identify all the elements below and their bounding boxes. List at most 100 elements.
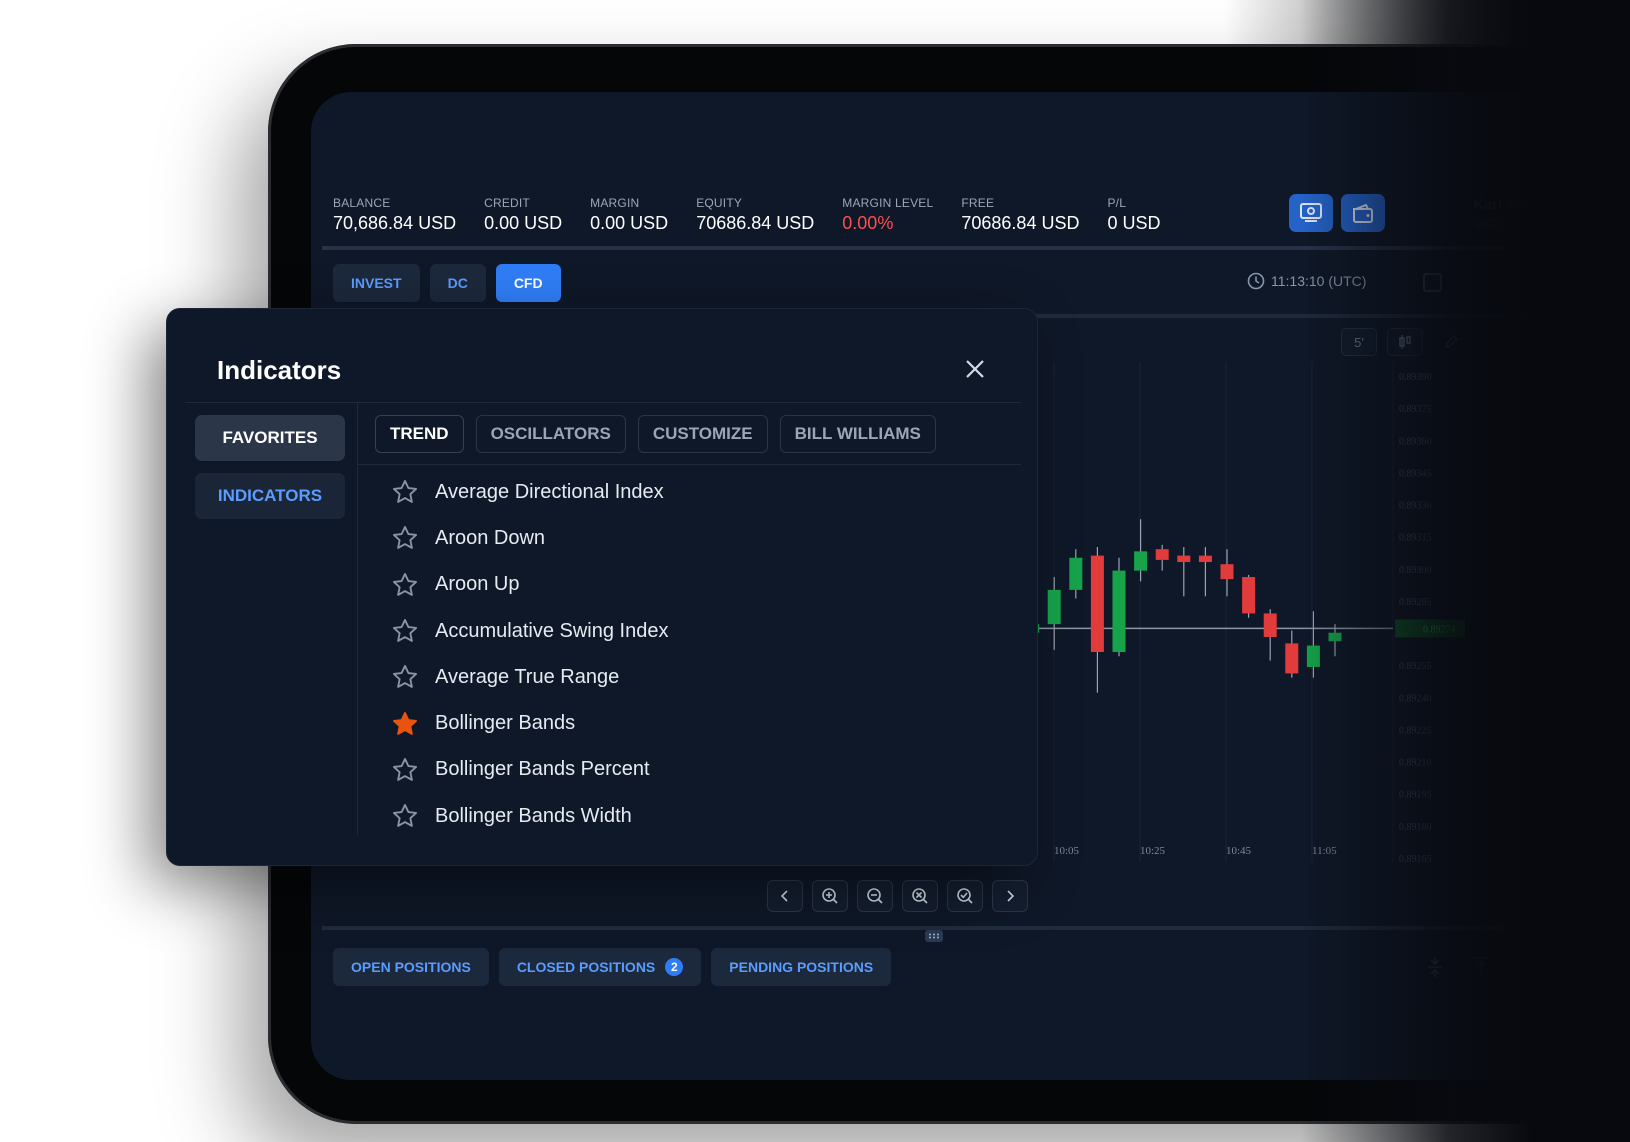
indicator-item[interactable]: Average True Range [391,654,668,700]
chevron-right-icon [1007,890,1015,902]
user-id: #82b8 [1475,216,1512,231]
x-tick-label: 10:05 [1054,845,1080,857]
category-tab-customize[interactable]: CUSTOMIZE [637,415,768,453]
indicator-label: Bollinger Bands Percent [435,758,650,781]
stat-margin: MARGIN 0.00 USD [590,196,668,234]
indicators-button[interactable]: INDICATORS [195,473,345,519]
y-tick-label: 0.89180 [1399,822,1432,833]
stage: BALANCE 70,686.84 USD CREDIT 0.00 USD MARGIN… [0,0,1630,1142]
category-tab-bill-williams[interactable]: BILL WILLIAMS [779,415,936,453]
wallet-button[interactable] [1341,194,1385,232]
stat-value: 0.00 USD [590,213,669,233]
star-outline-icon[interactable] [391,524,419,552]
candle-body [1285,643,1299,674]
account-stats: BALANCE 70,686.84 USD CREDIT 0.00 USD MARGIN… [333,196,1188,234]
scroll-left-button[interactable] [767,880,803,912]
stat-label: BALANCE [333,196,391,210]
stat-free: FREE 70686.84 USD [961,196,1079,234]
zoom-in-button[interactable] [812,880,848,912]
y-tick-label: 0.89300 [1399,565,1432,576]
tab-open-positions[interactable]: OPEN POSITIONS [333,948,489,986]
popup-vertical-divider [357,403,358,835]
indicator-label: Aroon Up [435,573,520,596]
zoom-fit-icon [957,888,973,904]
layout-checkbox[interactable] [1423,273,1442,292]
indicator-item[interactable]: Aroon Down [391,515,668,561]
clock-text: 11:13:10 (UTC) [1271,273,1367,289]
indicator-item[interactable]: Bollinger Bands Width [391,793,668,839]
star-filled-icon[interactable] [391,710,419,738]
stat-p-l: P/L 0 USD [1107,196,1160,234]
zoom-out-button[interactable] [857,880,893,912]
stat-equity: EQUITY 70686.84 USD [696,196,814,234]
panel-divider [322,926,1630,930]
category-divider [357,464,1021,465]
close-icon[interactable] [963,357,987,381]
y-tick-label: 0.89390 [1399,372,1432,383]
tab-closed-positions[interactable]: CLOSED POSITIONS 2 [498,948,702,986]
favorites-button[interactable]: FAVORITES [195,415,345,461]
indicator-item[interactable]: Bollinger Bands Percent [391,747,668,793]
popup-divider [185,402,1021,403]
tab-cfd[interactable]: CFD [495,264,561,302]
category-tabs: TREND OSCILLATORS CUSTOMIZE BILL WILLIAMS [375,415,936,453]
cashier-button[interactable] [1289,194,1333,232]
candle-body [1134,551,1148,571]
category-tab-trend[interactable]: TREND [375,415,464,453]
candle-body [1198,555,1212,563]
y-tick-label: 0.89195 [1399,790,1432,801]
star-outline-icon[interactable] [391,571,419,599]
y-tick-label: 0.89210 [1399,758,1432,769]
candle-body [1069,557,1083,590]
tab-dc[interactable]: DC [429,264,486,302]
stat-value: 0 USD [1107,213,1161,233]
stat-label: CREDIT [484,196,530,210]
candle-body [1047,589,1061,625]
indicator-list: Average Directional Index Aroon Down Aroon… [391,469,668,839]
y-tick-label: 0.89315 [1399,533,1432,544]
x-tick-label: 10:25 [1140,845,1166,857]
indicator-item[interactable]: Bollinger Bands [391,700,668,746]
star-outline-icon[interactable] [391,802,419,830]
x-tick-label: 10:45 [1226,845,1252,857]
expand-icon[interactable] [1471,956,1491,978]
stat-label: MARGIN LEVEL [842,196,934,210]
stat-value: 0.00 USD [484,213,563,233]
star-outline-icon[interactable] [391,663,419,691]
indicator-label: Average Directional Index [435,480,664,503]
zoom-fit-button[interactable] [947,880,983,912]
star-outline-icon[interactable] [391,478,419,506]
star-outline-icon[interactable] [391,756,419,784]
server-clock: 11:13:10 (UTC) [1247,272,1366,290]
stat-value: 70686.84 USD [961,213,1080,233]
chart-nav [767,880,1028,912]
y-tick-label: 0.89360 [1399,436,1432,447]
candle-body [1090,555,1104,652]
stat-label: MARGIN [590,196,640,210]
header-divider [322,246,1630,250]
indicator-item[interactable]: Aroon Up [391,562,668,608]
y-tick-label: 0.89285 [1399,597,1432,608]
indicator-label: Bollinger Bands [435,712,576,735]
candle-body [1328,632,1342,642]
popup-title: Indicators [217,355,342,385]
collapse-icon[interactable] [1425,956,1445,978]
count-badge: 2 [665,958,684,976]
tab-invest[interactable]: INVEST [333,264,420,302]
resize-grip[interactable] [925,930,943,942]
star-outline-icon[interactable] [391,617,419,645]
indicator-item[interactable]: Average Directional Index [391,469,668,515]
stat-credit: CREDIT 0.00 USD [484,196,562,234]
grip-dots-icon [929,933,939,939]
user-name[interactable]: Karl Mu [1473,196,1528,213]
tab-pending-positions[interactable]: PENDING POSITIONS [711,948,892,986]
indicator-item[interactable]: Accumulative Swing Index [391,608,668,654]
scroll-right-button[interactable] [992,880,1028,912]
stat-label: FREE [961,196,995,210]
chevron-left-icon [780,890,788,902]
stat-balance: BALANCE 70,686.84 USD [333,196,456,234]
category-tab-oscillators[interactable]: OSCILLATORS [475,415,626,453]
zoom-reset-button[interactable] [902,880,938,912]
tab-label: OPEN POSITIONS [351,959,471,975]
indicator-label: Average True Range [435,665,620,688]
